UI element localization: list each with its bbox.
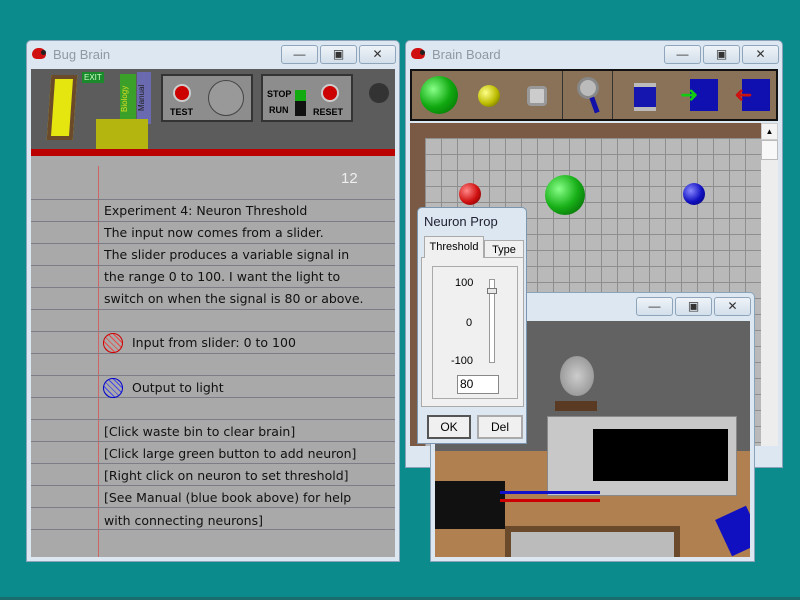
neuron-prop-dialog: Neuron Prop Threshold Type 100 0 -100 80… [417, 207, 527, 444]
instruction: with connecting neurons] [104, 513, 263, 528]
tab-type[interactable]: Type [484, 240, 524, 258]
notebook-line: The slider produces a variable signal in [104, 247, 350, 262]
scroll-thumb[interactable] [761, 140, 778, 160]
maximize-button[interactable]: ▣ [703, 45, 740, 64]
title-bar[interactable]: Brain Board — ▣ ✕ [406, 41, 782, 69]
test-button[interactable] [173, 84, 191, 102]
bug-brain-scene: EXIT Biology Manual TEST STOP RUN RESET … [31, 69, 395, 557]
notebook-line: the range 0 to 100. I want the light to [104, 269, 341, 284]
stop-label: STOP [267, 89, 292, 99]
minimize-button[interactable]: — [664, 45, 701, 64]
light-bulb-base [555, 401, 597, 411]
add-neuron-button[interactable] [420, 76, 458, 114]
spool-icon[interactable] [634, 83, 656, 111]
minimize-button[interactable]: — [636, 297, 673, 316]
maximize-button[interactable]: ▣ [320, 45, 357, 64]
run-label: RUN [269, 105, 289, 115]
window-title: Brain Board [432, 47, 501, 62]
add-small-neuron-button[interactable] [478, 85, 500, 107]
page-number: 12 [341, 170, 358, 187]
threshold-group: 100 0 -100 80 [432, 266, 518, 399]
run-panel: STOP RUN RESET [261, 74, 353, 122]
board-toolbar: ➜ ➜ [410, 69, 778, 121]
manual-book[interactable]: Manual [137, 72, 151, 124]
neuron[interactable] [545, 175, 585, 215]
tab-panel: 100 0 -100 80 [421, 257, 524, 407]
ok-button[interactable]: OK [427, 415, 471, 439]
instruction: [Click waste bin to clear brain] [104, 424, 296, 439]
output-neuron-icon [103, 378, 123, 398]
output-legend: Output to light [132, 380, 224, 395]
wire-red [500, 499, 600, 502]
notebook-line: The input now comes from a slider. [104, 225, 324, 240]
threshold-input[interactable]: 80 [457, 375, 499, 394]
dialog-title: Neuron Prop [424, 214, 498, 229]
title-bar[interactable]: Bug Brain — ▣ ✕ [27, 41, 399, 69]
close-button[interactable]: ✕ [742, 45, 779, 64]
reset-button[interactable] [321, 84, 339, 102]
maximize-button[interactable]: ▣ [675, 297, 712, 316]
waste-bin-button[interactable] [527, 86, 547, 106]
save-disk-icon[interactable]: ➜ [734, 79, 770, 111]
input-neuron-icon [103, 333, 123, 353]
wire-blue [500, 491, 600, 494]
magnifier-handle [589, 96, 600, 114]
scroll-up-arrow[interactable]: ▲ [761, 123, 778, 140]
biology-book[interactable]: Biology [120, 74, 136, 124]
scale-min: -100 [451, 355, 474, 367]
notebook-line: switch on when the signal is 80 or above… [104, 291, 364, 306]
oscilloscope-screen [593, 429, 728, 481]
threshold-slider-track[interactable] [487, 279, 497, 363]
del-button[interactable]: Del [477, 415, 523, 439]
toolbar-divider [562, 71, 563, 119]
breadboard [505, 526, 680, 557]
load-disk-icon[interactable]: ➜ [680, 79, 718, 111]
scale-mid: 0 [466, 317, 473, 329]
close-button[interactable]: ✕ [359, 45, 396, 64]
test-label: TEST [170, 107, 194, 117]
slider-box [435, 481, 505, 529]
exit-door[interactable] [46, 75, 78, 140]
vertical-scrollbar[interactable]: ▲ [761, 123, 778, 446]
output-neuron[interactable] [683, 183, 705, 205]
light-bulb-icon [560, 356, 594, 396]
close-button[interactable]: ✕ [714, 297, 751, 316]
stop-run-switch[interactable] [295, 90, 306, 116]
speaker-icon [369, 83, 389, 103]
bug-brain-window: Bug Brain — ▣ ✕ EXIT Biology Manual TEST… [26, 40, 400, 562]
experiment-title: Experiment 4: Neuron Threshold [104, 203, 308, 218]
lab-shelf: EXIT Biology Manual TEST STOP RUN RESET [31, 69, 395, 161]
ladybug-icon [411, 48, 425, 59]
exit-sign: EXIT [82, 72, 104, 83]
tab-threshold[interactable]: Threshold [424, 236, 484, 258]
oscilloscope [547, 416, 737, 496]
scale-max: 100 [455, 277, 474, 289]
instruction: [Right click on neuron to set threshold] [104, 468, 349, 483]
threshold-slider-thumb[interactable] [487, 287, 497, 294]
minimize-button[interactable]: — [281, 45, 318, 64]
test-panel: TEST [161, 74, 253, 122]
instruction: [See Manual (blue book above) for help [104, 490, 352, 505]
input-neuron[interactable] [459, 183, 481, 205]
margin-line [98, 166, 99, 557]
instruction: [Click large green button to add neuron] [104, 446, 357, 461]
magnifier-icon[interactable] [577, 77, 599, 99]
clock-icon [208, 80, 244, 116]
ladybug-icon [32, 48, 46, 59]
reset-label: RESET [313, 107, 344, 117]
window-title: Bug Brain [53, 47, 111, 62]
notebook: 12 Experiment 4: Neuron Threshold The in… [31, 156, 395, 557]
input-legend: Input from slider: 0 to 100 [132, 335, 296, 350]
toolbar-divider [612, 71, 613, 119]
